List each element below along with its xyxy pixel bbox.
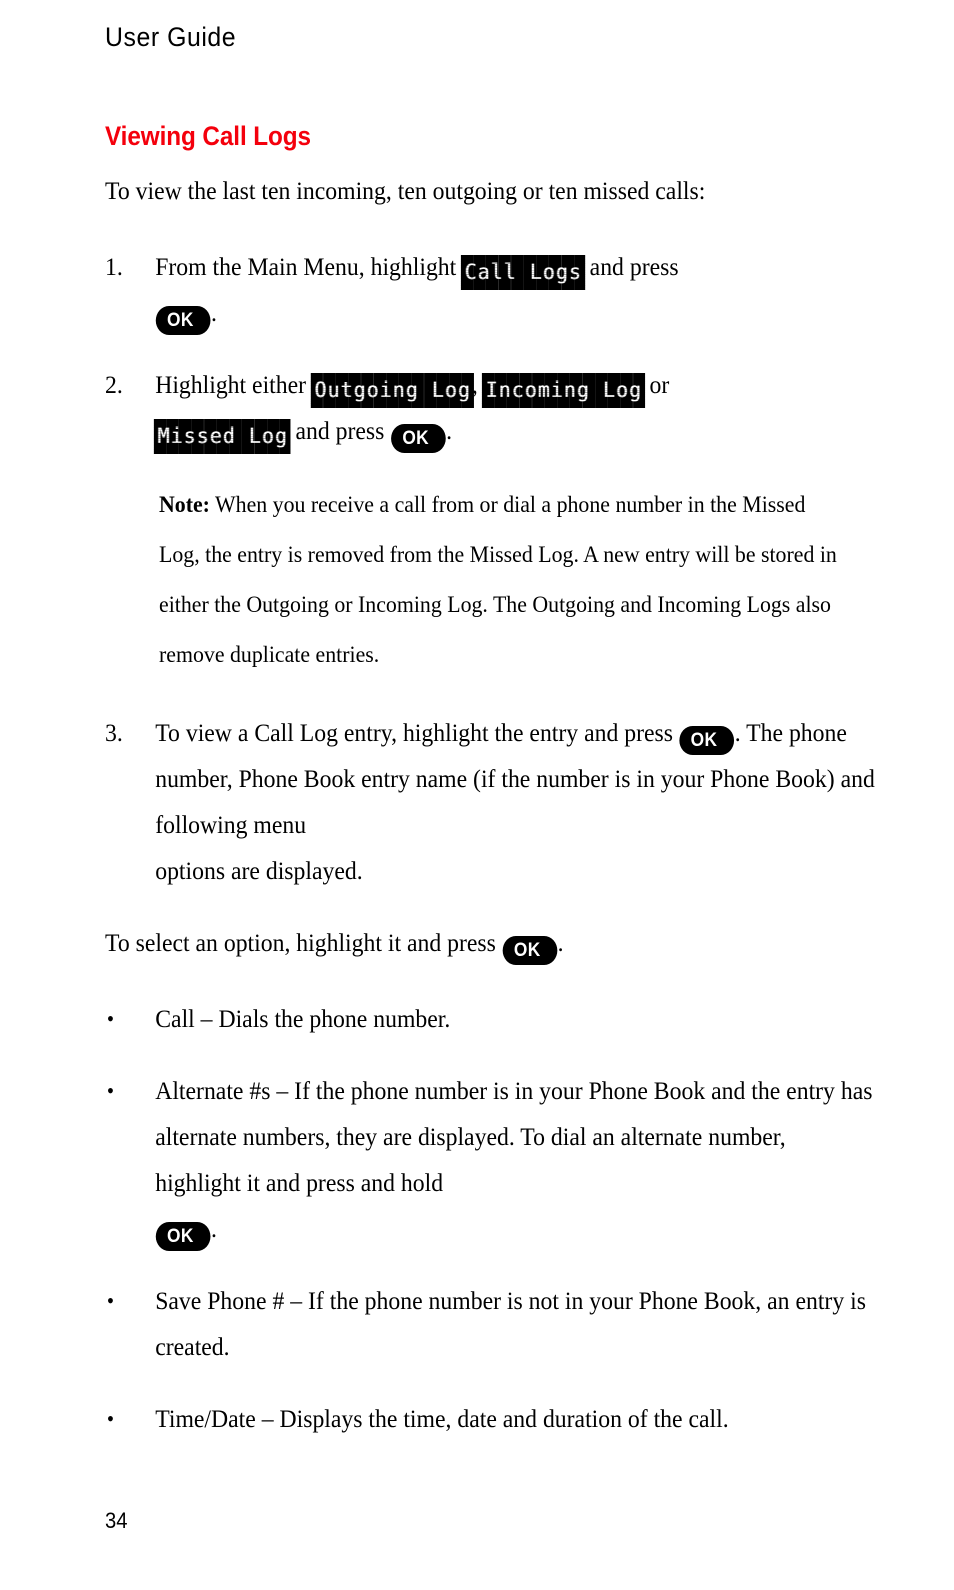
- list-item-body: Highlight either Outgoing Log, Incoming …: [153, 370, 670, 454]
- ok-key-icon: OK: [155, 1222, 211, 1251]
- list-item-body: To view a Call Log entry, highlight the …: [155, 718, 877, 894]
- step-text: Highlight either: [155, 370, 307, 399]
- option-body: Alternate #s – If the phone number is in…: [155, 1076, 877, 1252]
- list-item-body: From the Main Menu, highlight Call Logs …: [155, 252, 679, 335]
- step-text: .: [211, 298, 217, 327]
- note-label: Note:: [159, 492, 210, 517]
- note-text: When you receive a call from or dial a p…: [159, 492, 837, 667]
- list-item-option-save-phone: • Save Phone # – If the phone number is …: [105, 1278, 877, 1370]
- note-block: Note: When you receive a call from or di…: [159, 480, 845, 680]
- list-item-step-2: 2. Highlight either Outgoing Log, Incomi…: [105, 362, 877, 454]
- list-marker: 3.: [105, 718, 123, 747]
- list-item-option-call: • Call – Dials the phone number.: [105, 996, 877, 1042]
- option-text: Time/Date – Displays the time, date and …: [155, 1404, 729, 1433]
- instruction-text: .: [557, 928, 564, 957]
- page-title: Viewing Call Logs: [105, 121, 311, 152]
- option-text: Alternate #s – If the phone number is in…: [155, 1076, 873, 1197]
- list-item-step-3: 3. To view a Call Log entry, highlight t…: [105, 710, 877, 894]
- list-marker: 1.: [105, 252, 123, 281]
- running-head: User Guide: [105, 22, 237, 52]
- bullet-marker: •: [106, 1288, 115, 1313]
- intro-paragraph: To view the last ten incoming, ten outgo…: [105, 176, 706, 205]
- page-number: 34: [105, 1508, 128, 1533]
- step-text-lastline: options are displayed.: [155, 856, 363, 885]
- instruction-text: To select an option, highlight it and pr…: [105, 928, 496, 957]
- option-text: Call – Dials the phone number.: [155, 1004, 451, 1033]
- step-text: .: [446, 416, 453, 445]
- step-text: and press: [589, 252, 679, 281]
- step-text: From the Main Menu, highlight: [155, 252, 457, 281]
- document-page: User Guide Viewing Call Logs To view the…: [0, 0, 954, 1590]
- list-item-step-1: 1. From the Main Menu, highlight Call Lo…: [105, 244, 877, 336]
- bullet-marker: •: [106, 1406, 115, 1431]
- step-text: To view a Call Log entry, highlight the …: [155, 718, 673, 747]
- lcd-label-outgoing-log: Outgoing Log: [310, 373, 474, 408]
- bullet-marker: •: [106, 1006, 115, 1031]
- step-text: and press: [295, 416, 385, 445]
- list-marker: 2.: [105, 370, 123, 399]
- list-item-option-alternate-numbers: • Alternate #s – If the phone number is …: [105, 1068, 877, 1252]
- select-instruction-paragraph: To select an option, highlight it and pr…: [105, 920, 827, 966]
- bullet-marker: •: [106, 1078, 115, 1103]
- ok-key-icon: OK: [155, 306, 211, 335]
- list-item-option-time-date: • Time/Date – Displays the time, date an…: [105, 1396, 877, 1442]
- lcd-label-call-logs: Call Logs: [460, 255, 585, 290]
- lcd-label-missed-log: Missed Log: [153, 419, 292, 454]
- page-content: To view the last ten incoming, ten outgo…: [105, 168, 875, 1468]
- ok-key-icon: OK: [390, 424, 446, 453]
- option-text: .: [211, 1214, 217, 1243]
- ok-key-icon: OK: [679, 726, 735, 755]
- option-text: Save Phone # – If the phone number is no…: [155, 1286, 866, 1361]
- step-text: or: [649, 370, 670, 399]
- ok-key-icon: OK: [502, 936, 558, 965]
- lcd-label-incoming-log: Incoming Log: [482, 373, 646, 408]
